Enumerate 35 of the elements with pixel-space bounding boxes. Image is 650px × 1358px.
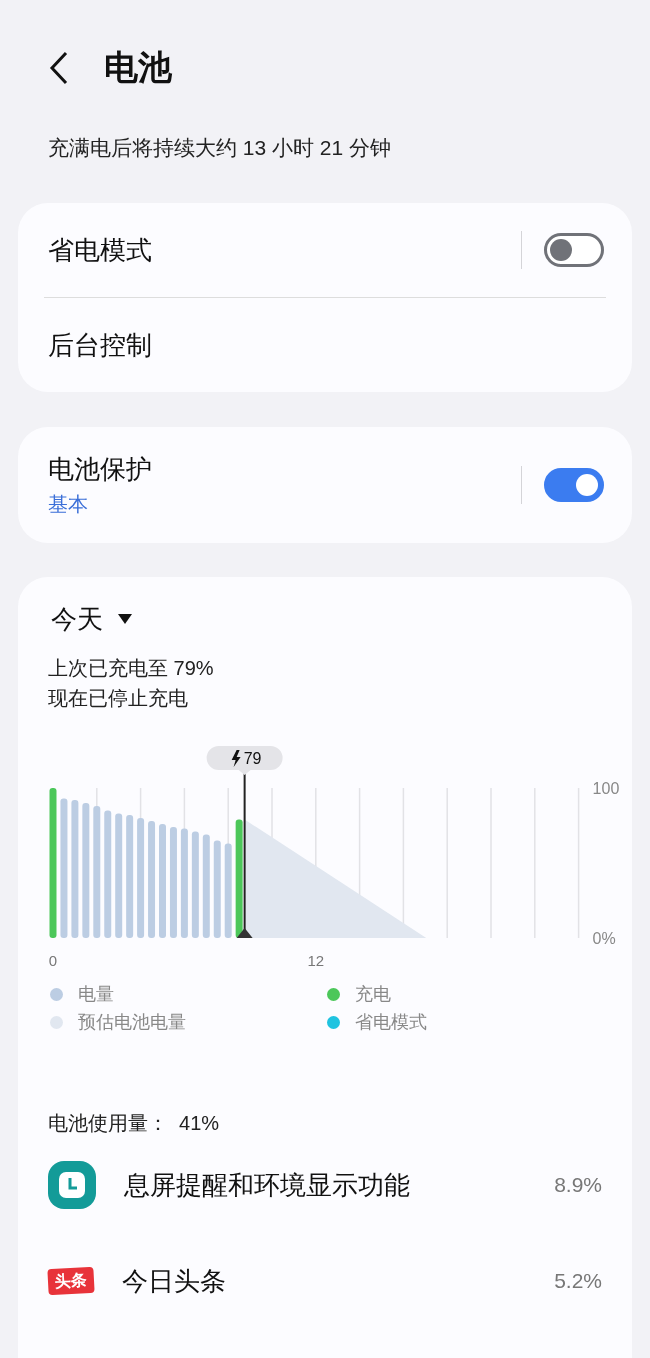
settings-row[interactable]: 省电模式 (48, 203, 604, 297)
clock-app-icon (48, 1161, 96, 1209)
tooltip-value: 79 (243, 750, 262, 767)
axis-label: 12 (307, 952, 325, 969)
charge-status: 上次已充电至 79% (48, 656, 214, 681)
settings-row[interactable]: 电池保护 基本 (48, 427, 604, 543)
axis-label: 0% (592, 930, 616, 947)
battery-estimate: 充满电后将持续大约 13 小时 21 分钟 (48, 135, 393, 161)
setting-label: 电池保护 (48, 453, 153, 486)
legend-label: 省电模式 (355, 1011, 427, 1034)
settings-row[interactable]: 后台控制 (48, 298, 604, 392)
app-percent: 5.2% (554, 1269, 602, 1293)
toggle-switch[interactable] (544, 233, 604, 267)
app-usage-row[interactable]: 头条 今日头条 5.2% (48, 1233, 618, 1329)
legend-label: 充电 (355, 983, 391, 1006)
usage-total: 电池使用量： 41% (48, 1111, 221, 1136)
dropdown-arrow-icon (117, 613, 133, 625)
legend-label: 预估电池电量 (78, 1011, 186, 1034)
setting-label: 后台控制 (48, 328, 153, 362)
period-dropdown[interactable]: 今天 (48, 599, 133, 639)
app-name: 今日头条 (122, 1264, 227, 1298)
axis-label: 0 (48, 952, 58, 969)
axis-label: 100 (592, 780, 620, 797)
lightning-icon (231, 750, 241, 767)
page-title: 电池 (104, 47, 172, 88)
app-badge: 头条 (47, 1266, 95, 1296)
app-name: 息屏提醒和环境显示功能 (124, 1168, 411, 1202)
setting-value: 基本 (48, 492, 89, 517)
setting-label: 省电模式 (48, 233, 153, 267)
legend-label: 电量 (78, 983, 114, 1006)
back-icon (48, 50, 70, 86)
toggle-switch[interactable] (544, 468, 604, 502)
charge-status: 现在已停止充电 (48, 686, 188, 711)
app-percent: 8.9% (554, 1173, 602, 1197)
app-usage-row[interactable]: 息屏提醒和环境显示功能 8.9% (48, 1137, 618, 1233)
